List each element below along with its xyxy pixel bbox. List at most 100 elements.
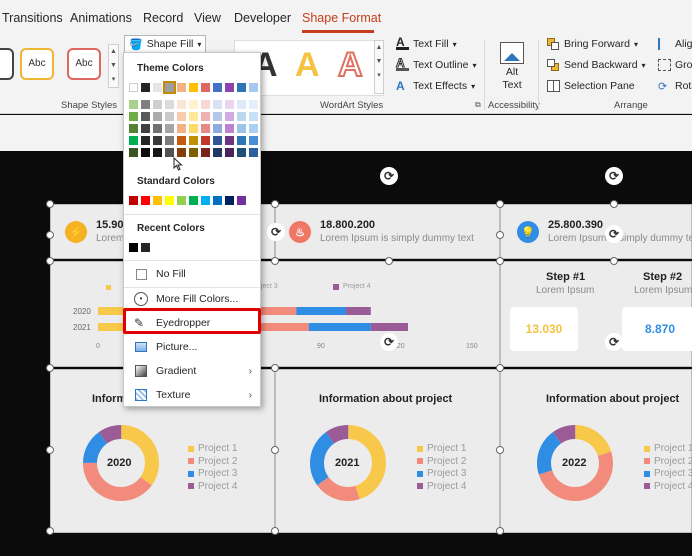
bring-forward-button[interactable]: Bring Forward ▾: [547, 38, 638, 50]
theme-color-swatch[interactable]: [213, 112, 222, 121]
standard-color-swatch[interactable]: [165, 196, 174, 205]
theme-color-swatch[interactable]: [213, 83, 222, 92]
rotate-handle-icon[interactable]: ⟳: [605, 333, 623, 351]
theme-color-swatch[interactable]: [177, 100, 186, 109]
resize-handle[interactable]: [271, 200, 279, 208]
theme-color-swatch[interactable]: [129, 83, 138, 92]
theme-color-swatch[interactable]: [165, 136, 174, 145]
resize-handle[interactable]: [271, 364, 279, 372]
align-button[interactable]: Alig: [658, 38, 692, 50]
standard-color-swatch[interactable]: [237, 196, 246, 205]
theme-color-swatch[interactable]: [201, 100, 210, 109]
theme-color-swatch[interactable]: [237, 136, 246, 145]
resize-handle[interactable]: [496, 527, 504, 535]
theme-color-swatch[interactable]: [177, 124, 186, 133]
standard-color-swatch[interactable]: [225, 196, 234, 205]
theme-color-swatch[interactable]: [201, 112, 210, 121]
text-fill-button[interactable]: A Text Fill ▾: [396, 36, 457, 50]
theme-color-swatch[interactable]: [129, 136, 138, 145]
standard-color-swatch[interactable]: [213, 196, 222, 205]
recent-color-swatch[interactable]: [129, 243, 138, 252]
resize-handle[interactable]: [271, 257, 279, 265]
resize-handle[interactable]: [385, 257, 393, 265]
theme-color-swatch[interactable]: [141, 148, 150, 157]
resize-handle[interactable]: [496, 257, 504, 265]
theme-color-swatch[interactable]: [141, 112, 150, 121]
dialog-launcher-icon[interactable]: ⧉: [475, 100, 481, 110]
resize-handle[interactable]: [496, 364, 504, 372]
theme-color-swatch[interactable]: [201, 124, 210, 133]
text-effects-button[interactable]: A Text Effects ▾: [396, 80, 475, 92]
theme-color-swatch[interactable]: [189, 112, 198, 121]
theme-color-swatch[interactable]: [141, 124, 150, 133]
standard-color-swatch[interactable]: [201, 196, 210, 205]
rotate-handle-icon[interactable]: ⟳: [605, 225, 623, 243]
theme-color-swatch[interactable]: [237, 112, 246, 121]
theme-color-swatch[interactable]: [189, 100, 198, 109]
standard-color-swatch[interactable]: [129, 196, 138, 205]
theme-color-swatch[interactable]: [249, 148, 258, 157]
recent-color-swatch[interactable]: [141, 243, 150, 252]
theme-color-swatch[interactable]: [237, 83, 246, 92]
no-fill-item[interactable]: No Fill: [124, 263, 260, 285]
theme-color-swatch[interactable]: [141, 83, 150, 92]
theme-color-swatch[interactable]: [237, 100, 246, 109]
theme-color-swatch[interactable]: [189, 83, 198, 92]
more-fill-colors-item[interactable]: • More Fill Colors...: [124, 288, 260, 310]
alt-text-button[interactable]: Alt Text: [497, 40, 527, 100]
resize-handle[interactable]: [271, 446, 279, 454]
group-button[interactable]: Grou: [658, 59, 692, 71]
resize-handle[interactable]: [496, 231, 504, 239]
theme-color-swatch[interactable]: [201, 136, 210, 145]
standard-color-swatch[interactable]: [189, 196, 198, 205]
resize-handle[interactable]: [46, 527, 54, 535]
send-backward-button[interactable]: Send Backward ▾: [547, 59, 646, 71]
theme-color-swatch[interactable]: [249, 100, 258, 109]
theme-color-swatch[interactable]: [189, 124, 198, 133]
rotate-button[interactable]: ⟳ Rota: [658, 80, 692, 93]
resize-handle[interactable]: [46, 364, 54, 372]
rotate-handle-icon[interactable]: ⟳: [605, 167, 623, 185]
theme-color-swatch[interactable]: [163, 81, 176, 94]
resize-handle[interactable]: [46, 257, 54, 265]
theme-color-swatch[interactable]: [153, 112, 162, 121]
picture-item[interactable]: Picture...: [124, 336, 260, 358]
theme-color-swatch[interactable]: [249, 83, 258, 92]
standard-color-swatch[interactable]: [141, 196, 150, 205]
theme-color-swatch[interactable]: [165, 148, 174, 157]
wordart-gallery-scroll[interactable]: ▲ ▼ ▾: [374, 40, 384, 94]
theme-color-swatch[interactable]: [225, 136, 234, 145]
theme-color-swatch[interactable]: [249, 136, 258, 145]
shape-fill-button[interactable]: 🪣 Shape Fill ▾: [124, 35, 207, 53]
theme-color-swatch[interactable]: [177, 148, 186, 157]
shape-style-dark[interactable]: [0, 48, 14, 80]
tab-transitions[interactable]: Transitions: [2, 11, 63, 25]
theme-color-swatch[interactable]: [153, 148, 162, 157]
rotate-handle-icon[interactable]: ⟳: [380, 167, 398, 185]
theme-color-swatch[interactable]: [201, 148, 210, 157]
theme-color-swatch[interactable]: [201, 83, 210, 92]
tab-developer[interactable]: Developer: [234, 11, 291, 25]
tab-shape-format[interactable]: Shape Format: [302, 11, 381, 25]
theme-color-swatch[interactable]: [165, 112, 174, 121]
texture-item[interactable]: Texture ›: [124, 384, 260, 406]
theme-color-swatch[interactable]: [225, 100, 234, 109]
theme-color-swatch[interactable]: [153, 136, 162, 145]
theme-color-swatch[interactable]: [129, 148, 138, 157]
theme-color-swatch[interactable]: [141, 136, 150, 145]
theme-color-swatch[interactable]: [141, 100, 150, 109]
shape-style-orange[interactable]: Abc: [20, 48, 54, 80]
theme-color-swatch[interactable]: [225, 124, 234, 133]
shape-style-red[interactable]: Abc: [67, 48, 101, 80]
resize-handle[interactable]: [46, 200, 54, 208]
theme-color-swatch[interactable]: [153, 83, 162, 92]
theme-color-swatch[interactable]: [153, 124, 162, 133]
resize-handle[interactable]: [496, 200, 504, 208]
theme-color-swatch[interactable]: [213, 100, 222, 109]
wordart-style-gold[interactable]: A: [295, 48, 320, 82]
theme-color-swatch[interactable]: [177, 136, 186, 145]
tab-view[interactable]: View: [194, 11, 221, 25]
resize-handle[interactable]: [46, 446, 54, 454]
theme-color-swatch[interactable]: [165, 100, 174, 109]
gradient-item[interactable]: Gradient ›: [124, 360, 260, 382]
